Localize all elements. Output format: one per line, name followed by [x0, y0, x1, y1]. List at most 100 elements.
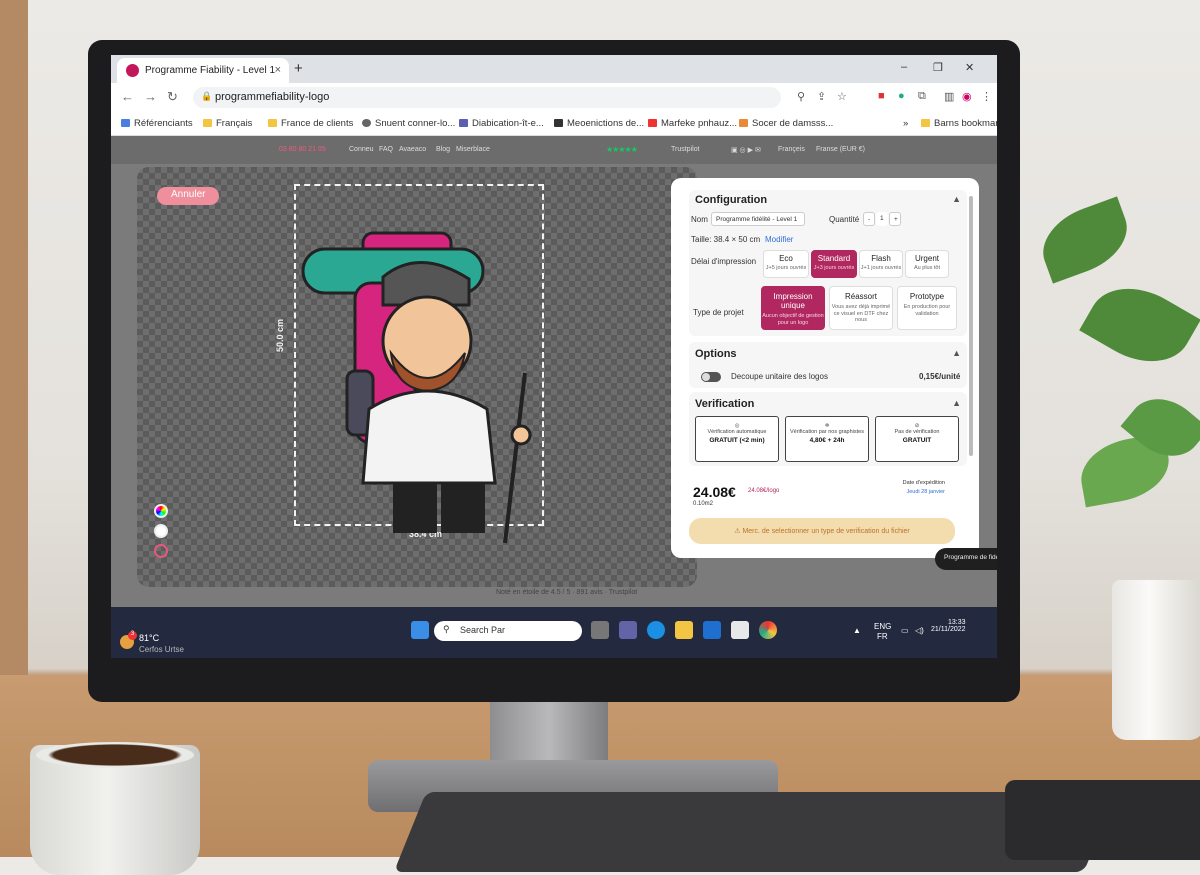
cancel-button[interactable]: Annuler [157, 187, 220, 205]
share-icon[interactable]: ⇪ [817, 90, 826, 103]
bookmark-item[interactable]: Snuent conner-lo... [362, 118, 455, 129]
options-title: Options [695, 348, 737, 360]
clock[interactable]: 13:33 21/11/2022 [931, 619, 966, 633]
decoupe-price: 0,15€/unité [919, 372, 961, 381]
delay-option-urgent[interactable]: Urgent Au plus tôt [905, 250, 949, 278]
mousepad [1005, 780, 1200, 860]
reload-icon[interactable]: ↻ [167, 89, 178, 105]
close-tab-icon[interactable]: × [275, 64, 281, 76]
name-label: Nom [691, 215, 708, 224]
bookmark-item[interactable]: Référenciants [121, 118, 193, 129]
zoom-icon[interactable]: ⚲ [797, 90, 805, 103]
close-window-icon[interactable]: ✕ [965, 61, 974, 74]
white-background-swatch[interactable] [154, 524, 168, 538]
delay-label: Délai d'impression [691, 257, 757, 266]
chrome-icon[interactable] [759, 621, 777, 639]
bookmark-item[interactable]: Meoenictions de... [554, 118, 644, 129]
panel-scrollbar[interactable] [969, 196, 973, 456]
social-icons[interactable]: ▣ ◎ ▶ ✉ [731, 146, 761, 154]
project-option-restock[interactable]: Réassort Vous avez déjà imprimé ce visuel… [829, 286, 893, 330]
language-select[interactable]: Françeis [778, 146, 805, 153]
extensions-puzzle-icon[interactable]: ⧉ [918, 90, 926, 103]
profile-avatar[interactable]: ◉ [962, 90, 972, 103]
forward-icon[interactable]: → [144, 89, 157, 104]
weather-temp[interactable]: 81°C [139, 633, 159, 643]
modify-size-link[interactable]: Modifier [765, 235, 793, 244]
currency-select[interactable]: Franse (EUR €) [816, 146, 865, 153]
edge-icon[interactable] [647, 621, 665, 639]
verification-option-auto[interactable]: ◎ Vérification automatique GRATUIT (<2 min… [695, 416, 779, 462]
task-view-icon[interactable] [591, 621, 609, 639]
transparent-background-swatch[interactable] [154, 544, 168, 558]
start-icon[interactable] [411, 621, 429, 639]
store-icon[interactable] [731, 621, 749, 639]
bookmark-item[interactable]: France de clients [268, 118, 353, 129]
quantity-plus-button[interactable]: + [889, 212, 901, 226]
nav-link[interactable]: Miserblace [456, 146, 490, 153]
extension-icon[interactable]: ● [898, 90, 905, 102]
total-price: 24.08€ [693, 484, 736, 500]
language-indicator[interactable]: ENG [874, 622, 891, 631]
project-type-label: Type de projet [693, 308, 744, 317]
collapse-chevron-icon[interactable]: ▲ [952, 398, 961, 408]
color-picker-icon[interactable] [154, 504, 168, 518]
project-option-prototype[interactable]: Prototype En production pour validation [897, 286, 957, 330]
quantity-input[interactable]: 1 [876, 212, 888, 226]
maximize-icon[interactable]: ❐ [933, 61, 943, 74]
nav-link[interactable]: Blog [436, 146, 450, 153]
site-favicon-icon [126, 64, 139, 77]
decoupe-toggle[interactable] [701, 372, 721, 382]
collapse-chevron-icon[interactable]: ▲ [952, 194, 961, 204]
decoupe-label: Decoupe unitaire des logos [731, 372, 828, 381]
quantity-label: Quantité [829, 215, 860, 224]
tray-chevron-icon[interactable]: ▲ [853, 626, 861, 635]
screen: Programme Fiability - Level 1 × + – ❐ ✕ … [111, 55, 997, 658]
tab-bar: Programme Fiability - Level 1 × + – ❐ ✕ [111, 55, 997, 83]
name-input[interactable]: Programme fidélité - Level 1 [711, 212, 805, 226]
weather-desc: Cerfos Urtse [139, 645, 184, 654]
search-placeholder: Search Par [460, 625, 506, 635]
bookmark-item[interactable]: Français [203, 118, 252, 129]
delay-option-flash[interactable]: Flash J+1 jours ouvrés [859, 250, 903, 278]
bookmark-item[interactable]: Diabication-ît-e... [459, 118, 544, 129]
configuration-section: Configuration ▲ Nom Programme fidélité -… [689, 190, 967, 336]
sidepanel-icon[interactable]: ▥ [944, 90, 954, 103]
nav-link[interactable]: FAQ [379, 146, 393, 153]
nav-link[interactable]: Avaeaco [399, 146, 426, 153]
menu-dots-icon[interactable]: ⋮ [981, 90, 992, 103]
browser-toolbar: ← → ↻ 🔒 programmefiability-logo ⚲ ⇪ ☆ ■ … [111, 83, 997, 111]
collapse-chevron-icon[interactable]: ▲ [952, 348, 961, 358]
new-tab-button[interactable]: + [294, 60, 303, 77]
network-icon[interactable]: ▭ [901, 626, 909, 635]
volume-icon[interactable]: ◁) [915, 626, 924, 635]
verification-option-none[interactable]: ⊘ Pas de vérification GRATUIT [875, 416, 959, 462]
verification-option-graphic[interactable]: ✲ Vérification par nos graphistes 4,80€ + … [785, 416, 869, 462]
minimize-icon[interactable]: – [901, 61, 907, 73]
address-bar[interactable]: 🔒 programmefiability-logo [193, 87, 781, 108]
coffee-mug-rim [36, 742, 194, 768]
lock-icon: 🔒 [201, 91, 213, 101]
file-explorer-icon[interactable] [675, 621, 693, 639]
all-bookmarks-folder[interactable]: Barns bookmarks [921, 118, 997, 129]
phone-number[interactable]: 03 80 80 21 05 [279, 146, 326, 153]
quantity-minus-button[interactable]: - [863, 212, 875, 226]
bookmark-item[interactable]: Socer de damsss... [739, 118, 833, 129]
nav-link[interactable]: Conneu [349, 146, 374, 153]
project-option-single[interactable]: Impression unique Aucun objectif de gesti… [761, 286, 825, 330]
surface-area: 0.10m2 [693, 501, 714, 507]
hiker-logo-image [301, 231, 532, 544]
trustpilot-rating: Noté en étoile de 4.5 / 5 · 891 avis · T… [496, 589, 638, 596]
extension-icon[interactable]: ■ [878, 90, 885, 102]
mail-icon[interactable] [703, 621, 721, 639]
bookmark-star-icon[interactable]: ☆ [837, 90, 847, 103]
browser-tab[interactable]: Programme Fiability - Level 1 × [117, 58, 289, 83]
bookmark-item[interactable]: Marfeke pnhauz... [648, 118, 737, 129]
teams-icon[interactable] [619, 621, 637, 639]
loyalty-chat-button[interactable]: Programme de fidélité [935, 548, 997, 570]
shipping-label: Date d'expédition [902, 480, 945, 486]
delay-option-eco[interactable]: Eco J+5 jours ouvrés [763, 250, 809, 278]
back-icon[interactable]: ← [121, 89, 134, 104]
bookmarks-more-icon[interactable]: » [903, 118, 908, 129]
taskbar-search[interactable]: ⚲ Search Par [434, 621, 582, 641]
delay-option-standard[interactable]: Standard J+3 jours ouvrés [811, 250, 857, 278]
